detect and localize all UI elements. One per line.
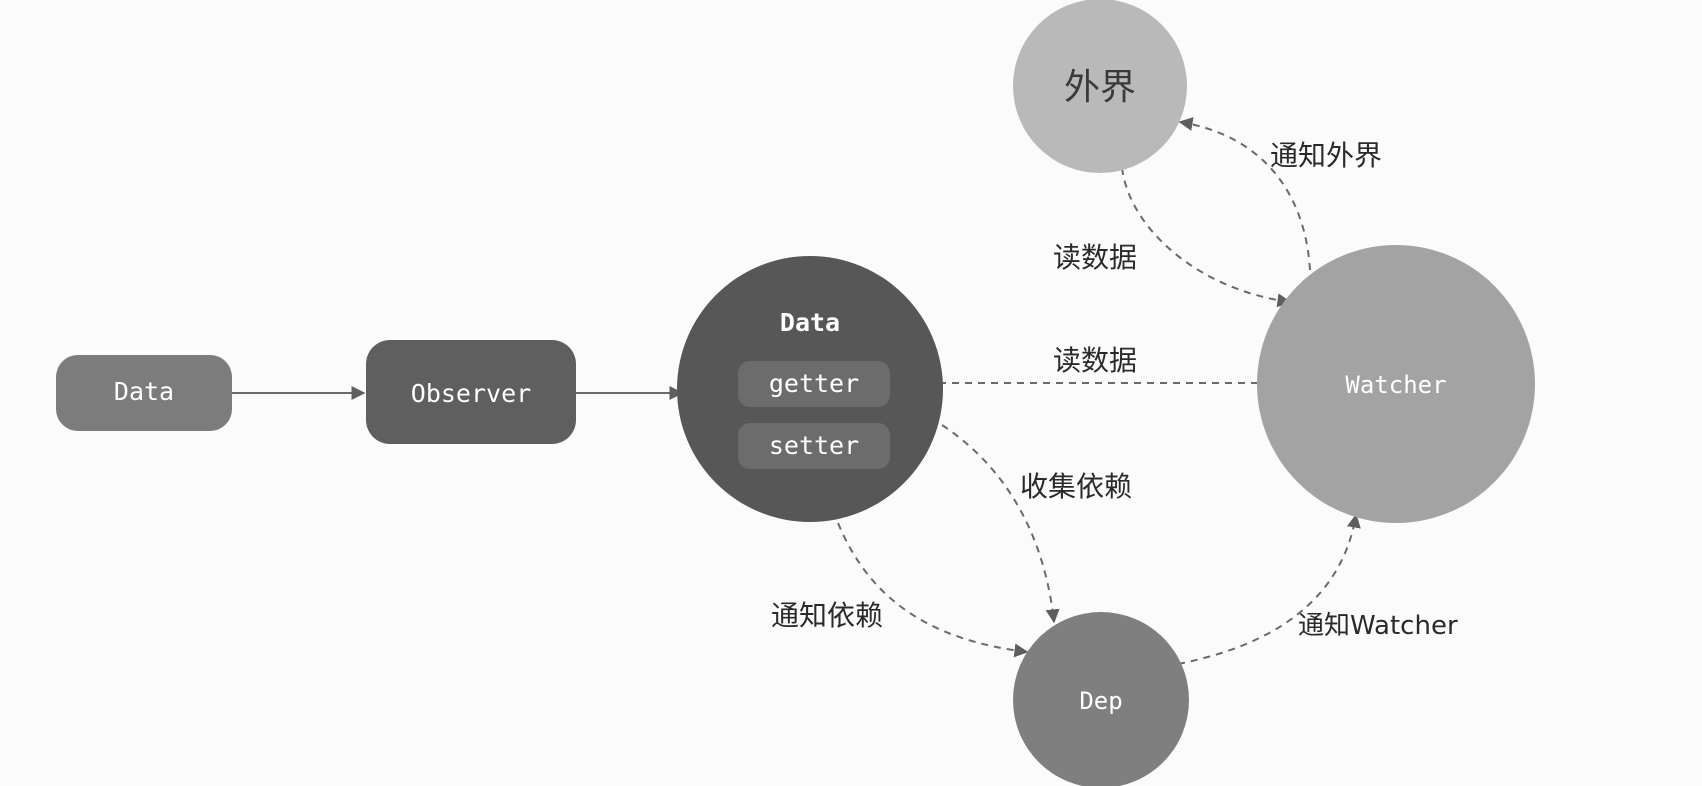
data-object-title: Data [780, 308, 840, 337]
getter-label: getter [769, 369, 859, 398]
data-object-node: Data getter setter [677, 256, 943, 522]
outside-label: 外界 [1064, 67, 1136, 108]
label-notify-outside: 通知外界 [1270, 139, 1382, 172]
edge-notify-watcher [1177, 513, 1361, 665]
dep-label: Dep [1079, 687, 1122, 715]
reactivity-diagram: Data Observer Data getter setter 外界 Watc… [56, 0, 1535, 786]
watcher-node: Watcher [1257, 245, 1535, 523]
label-watcher-read: 读数据 [1053, 344, 1137, 377]
data-source-label: Data [114, 377, 174, 406]
label-notify-deps: 通知依赖 [771, 599, 883, 632]
observer-label: Observer [411, 379, 531, 408]
outside-node: 外界 [1013, 0, 1187, 173]
setter-label: setter [769, 431, 859, 460]
data-source-node: Data [56, 355, 232, 431]
edge-notify-deps [837, 522, 1029, 658]
observer-node: Observer [366, 340, 576, 444]
label-notify-watcher: 通知Watcher [1298, 611, 1458, 641]
dep-node: Dep [1013, 612, 1189, 786]
label-outside-read: 读数据 [1053, 241, 1137, 274]
edge-outside-to-watcher [1121, 167, 1292, 308]
edge-collect-deps [941, 424, 1060, 624]
label-collect-deps: 收集依赖 [1020, 470, 1132, 503]
watcher-label: Watcher [1345, 371, 1446, 399]
